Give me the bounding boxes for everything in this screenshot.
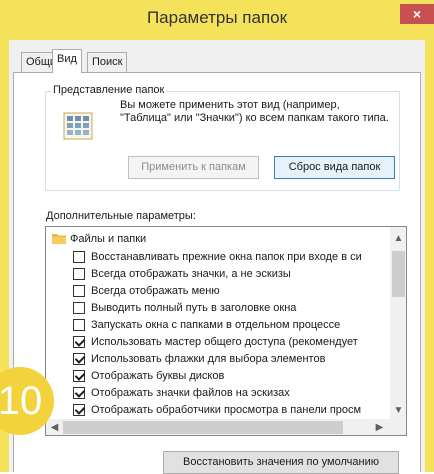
setting-item-label: Отображать значки файлов на эскизах <box>91 387 290 399</box>
checkbox-unchecked[interactable] <box>73 285 85 297</box>
restore-defaults-button[interactable]: Восстановить значения по умолчанию <box>163 451 399 474</box>
setting-item-label: Восстанавливать прежние окна папок при в… <box>91 251 362 263</box>
horizontal-scrollbar[interactable]: ◀ ▶ <box>46 419 390 435</box>
checkbox-checked[interactable] <box>73 387 85 399</box>
title-bar: Параметры папок × <box>0 0 434 40</box>
folder-view-icon <box>63 112 93 140</box>
checkbox-checked[interactable] <box>73 404 85 416</box>
close-button[interactable]: × <box>400 4 434 24</box>
scroll-right-icon[interactable]: ▶ <box>371 419 388 435</box>
checkbox-unchecked[interactable] <box>73 268 85 280</box>
setting-item-label: Всегда отображать значки, а не эскизы <box>91 268 291 280</box>
setting-item-label: Запускать окна с папками в отдельном про… <box>91 319 341 331</box>
window-title: Параметры папок <box>146 8 288 27</box>
tab-view[interactable]: Вид <box>52 49 82 73</box>
setting-item-label: Отображать буквы дисков <box>91 370 225 382</box>
setting-item-label: Всегда отображать меню <box>91 285 220 297</box>
checkbox-checked[interactable] <box>73 353 85 365</box>
setting-item-label: Использовать флажки для выбора элементов <box>91 353 326 365</box>
setting-item-label: Отображать обработчики просмотра в панел… <box>91 404 362 416</box>
advanced-settings-tree[interactable]: Файлы и папки Восстанавливать прежние ок… <box>45 226 407 436</box>
scroll-up-icon[interactable]: ▲ <box>390 230 406 247</box>
advanced-settings-label: Дополнительные параметры: <box>46 210 196 222</box>
folder-icon <box>52 234 66 244</box>
horizontal-scroll-thumb[interactable] <box>63 421 343 434</box>
checkbox-unchecked[interactable] <box>73 302 85 314</box>
folder-view-group-label: Представление папок <box>51 84 167 96</box>
setting-item-label: Выводить полный путь в заголовке окна <box>91 302 297 314</box>
tab-search[interactable]: Поиск <box>87 52 128 72</box>
folder-view-description: Вы можете применить этот вид (например, … <box>120 99 389 124</box>
scroll-down-icon[interactable]: ▼ <box>390 402 406 419</box>
tree-root-label: Файлы и папки <box>70 233 147 245</box>
advanced-settings-list: Файлы и папки Восстанавливать прежние ок… <box>46 227 390 419</box>
vertical-scroll-thumb[interactable] <box>392 251 405 297</box>
checkbox-checked[interactable] <box>73 336 85 348</box>
vertical-scrollbar[interactable]: ▲ ▼ <box>390 227 406 419</box>
checkbox-unchecked[interactable] <box>73 251 85 263</box>
apply-to-folders-button[interactable]: Применить к папкам <box>128 156 259 179</box>
reset-folders-button[interactable]: Сброс вида папок <box>274 156 395 179</box>
scrollbar-corner <box>390 419 406 435</box>
checkbox-unchecked[interactable] <box>73 319 85 331</box>
setting-item-label: Использовать мастер общего доступа (реко… <box>91 336 358 348</box>
checkbox-checked[interactable] <box>73 370 85 382</box>
scroll-left-icon[interactable]: ◀ <box>46 419 63 435</box>
